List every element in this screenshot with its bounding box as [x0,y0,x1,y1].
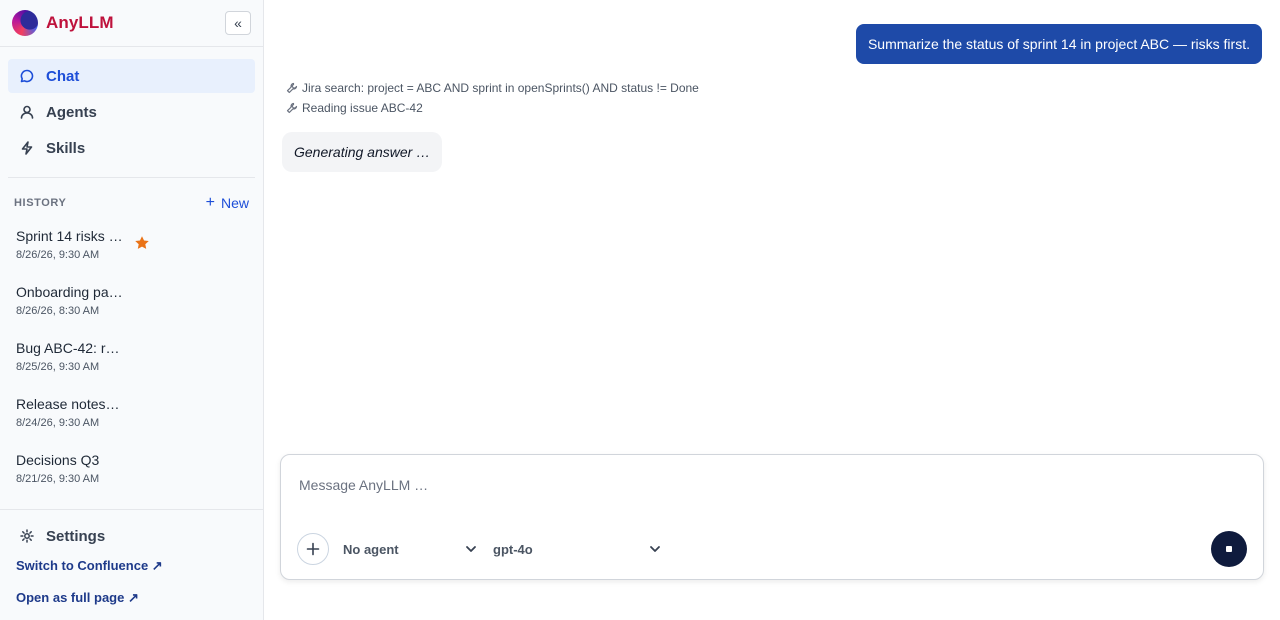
history-item-title: Onboarding pa… [16,284,123,300]
collapse-sidebar-button[interactable]: « [225,11,251,35]
anyllm-logo [12,10,38,36]
sidebar-footer: Settings Switch to Confluence ↗ Open as … [0,509,263,606]
stop-generation-button[interactable] [1211,531,1247,567]
tool-call-line: Jira search: project = ABC AND sprint in… [286,81,699,95]
person-icon [20,105,34,119]
history-list: Sprint 14 risks … 8/26/26, 9:30 AM Onboa… [0,219,263,499]
nav-item-agents[interactable]: Agents [8,95,255,129]
add-attachment-button[interactable] [297,533,329,565]
tool-call-text: Jira search: project = ABC AND sprint in… [302,81,699,95]
chevron-down-icon [650,546,660,552]
plus-icon [306,542,320,556]
app-root: AnyLLM « Chat Agents Skills HISTORY + Ne… [0,0,1280,620]
user-message: Summarize the status of sprint 14 in pro… [855,24,1262,64]
wrench-icon [286,102,298,114]
history-item[interactable]: Sprint 14 risks … 8/26/26, 9:30 AM [8,219,255,275]
history-item[interactable]: Decisions Q3 8/21/26, 9:30 AM [8,443,255,499]
agent-select-value: No agent [343,541,399,557]
star-icon[interactable] [134,235,150,251]
sidebar: AnyLLM « Chat Agents Skills HISTORY + Ne… [0,0,264,620]
history-item-date: 8/26/26, 9:30 AM [16,249,100,261]
nav-item-label: Agents [46,103,97,121]
message-composer: No agent gpt-4o [280,454,1264,580]
model-select[interactable]: gpt-4o [493,540,665,558]
chevron-down-icon [466,546,476,552]
gear-icon [20,529,34,543]
lightning-icon [20,141,34,155]
history-item-title: Bug ABC-42: r… [16,340,120,356]
message-input[interactable] [299,477,1179,493]
plus-icon: + [205,194,215,211]
nav-item-label: Skills [46,139,86,157]
switch-to-confluence-link[interactable]: Switch to Confluence ↗ [0,558,263,574]
stop-icon [1226,546,1232,552]
generating-status: Generating answer … [282,132,443,172]
settings-button[interactable]: Settings [8,519,255,553]
settings-label: Settings [46,527,106,545]
nav-item-chat[interactable]: Chat [8,59,255,93]
history-item-date: 8/25/26, 9:30 AM [16,361,100,373]
brand-header: AnyLLM « [0,0,263,47]
history-item-title: Sprint 14 risks … [16,228,123,244]
history-title: HISTORY [14,197,67,209]
nav-item-label: Chat [46,67,80,85]
chat-main: Summarize the status of sprint 14 in pro… [264,0,1280,620]
history-item-title: Decisions Q3 [16,452,100,468]
history-item-date: 8/21/26, 9:30 AM [16,473,100,485]
history-item[interactable]: Release notes… 8/24/26, 9:30 AM [8,387,255,443]
nav-item-skills[interactable]: Skills [8,131,255,165]
history-item-date: 8/24/26, 9:30 AM [16,417,100,429]
chat-bubble-icon [20,69,34,83]
new-chat-label: New [220,195,249,211]
tool-call-line: Reading issue ABC-42 [286,101,423,115]
agent-select[interactable]: No agent [343,540,483,558]
history-header: HISTORY + New [0,178,263,219]
tool-call-text: Reading issue ABC-42 [302,101,423,115]
main-nav: Chat Agents Skills [0,47,263,177]
history-item[interactable]: Onboarding pa… 8/26/26, 8:30 AM [8,275,255,331]
model-select-value: gpt-4o [493,541,533,557]
history-item-title: Release notes… [16,396,120,412]
brand-name: AnyLLM [46,13,114,32]
open-full-page-link[interactable]: Open as full page ↗ [0,590,263,606]
history-item[interactable]: Bug ABC-42: r… 8/25/26, 9:30 AM [8,331,255,387]
wrench-icon [286,82,298,94]
new-chat-button[interactable]: + New [205,194,249,212]
history-item-date: 8/26/26, 8:30 AM [16,305,100,317]
